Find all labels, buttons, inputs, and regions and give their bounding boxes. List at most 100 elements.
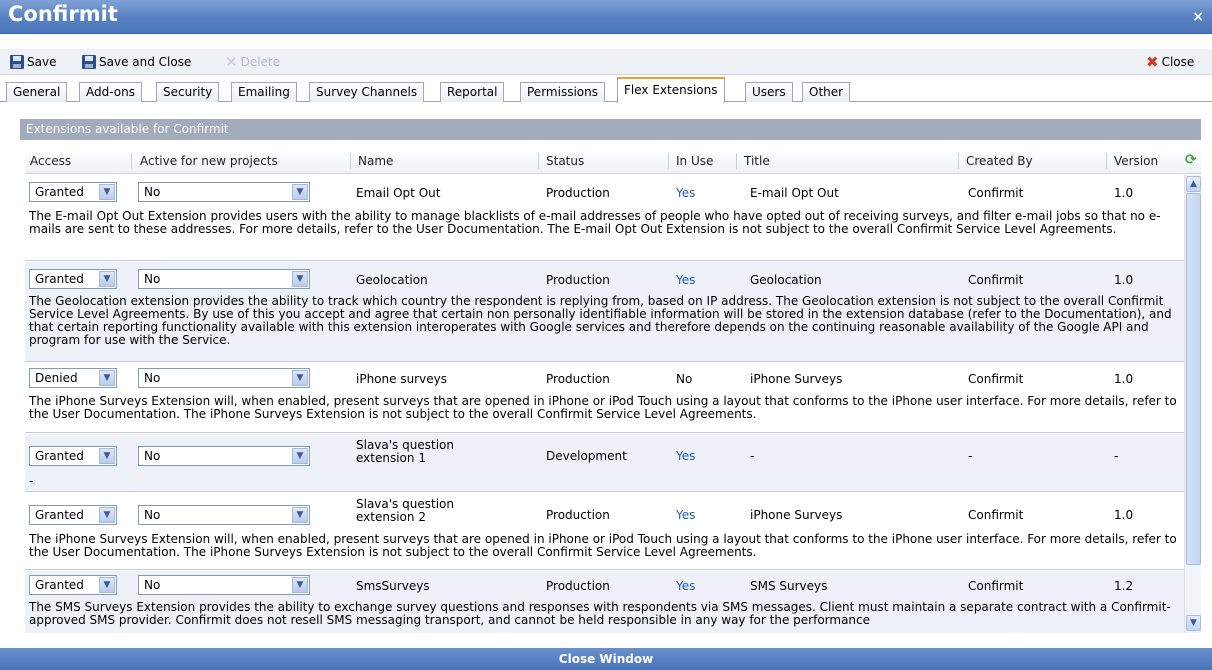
tab-add-ons[interactable]: Add-ons [79,82,142,102]
close-button[interactable]: ✖ Close [1146,53,1194,71]
save-icon [82,55,96,69]
extension-created-by: Confirmit [968,186,1024,200]
column-divider [668,153,669,169]
extension-name: SmsSurveys [356,579,430,593]
window-title-bar: Confirmit × [0,0,1212,34]
access-select[interactable]: Granted ▼ [29,182,117,202]
dropdown-arrow-icon: ▼ [292,271,308,287]
extension-version: - [1114,449,1119,463]
active-for-new-projects-select[interactable]: No ▼ [138,575,310,595]
save-icon [10,55,24,69]
column-header-version[interactable]: Version [1114,154,1158,168]
toolbar: Save Save and Close ✕ Delete ✖ Close [0,49,1212,75]
dropdown-arrow-icon: ▼ [99,448,115,464]
table-row: Granted ▼ No ▼ Email Opt Out Production … [25,175,1185,261]
dropdown-arrow-icon: ▼ [99,271,115,287]
column-header-in-use[interactable]: In Use [676,154,713,168]
extension-description: The SMS Surveys Extension provides the a… [29,600,1171,627]
extension-created-by: Confirmit [968,273,1024,287]
tab-survey-channels[interactable]: Survey Channels [309,82,425,102]
extension-title: iPhone Surveys [750,372,843,386]
column-header-name[interactable]: Name [358,154,393,168]
extension-version: 1.0 [1114,508,1134,522]
table-row: Granted ▼ No ▼ Slava's question extensio… [25,434,1185,492]
tab-emailing[interactable]: Emailing [231,82,297,102]
column-divider [131,153,132,169]
extension-in-use: Yes [676,508,696,522]
dropdown-arrow-icon: ▼ [292,507,308,523]
column-header-access[interactable]: Access [30,154,71,168]
active-for-new-projects-select[interactable]: No ▼ [138,446,310,466]
extension-in-use: Yes [676,186,696,200]
active-value: No [144,449,161,463]
extension-version: 1.0 [1114,186,1134,200]
access-select[interactable]: Granted ▼ [29,446,117,466]
column-header-status[interactable]: Status [546,154,584,168]
tab-flex-extensions[interactable]: Flex Extensions [617,77,725,103]
tab-reportal[interactable]: Reportal [440,82,505,102]
access-value: Granted [35,508,84,522]
column-header-active[interactable]: Active for new projects [140,154,278,168]
grid-header: Access Active for new projects Name Stat… [25,148,1201,174]
extension-created-by: Confirmit [968,579,1024,593]
delete-icon: ✕ [225,53,238,71]
tab-users[interactable]: Users [745,82,793,102]
access-select[interactable]: Granted ▼ [29,575,117,595]
dropdown-arrow-icon: ▼ [292,577,308,593]
delete-button[interactable]: ✕ Delete [225,53,280,71]
tab-general[interactable]: General [6,82,68,102]
extension-created-by: Confirmit [968,372,1024,386]
panel-heading: Extensions available for Confirmit [20,119,1201,140]
active-for-new-projects-select[interactable]: No ▼ [138,269,310,289]
column-header-title[interactable]: Title [744,154,770,168]
active-for-new-projects-select[interactable]: No ▼ [138,368,310,388]
dropdown-arrow-icon: ▼ [99,507,115,523]
extension-in-use: No [676,372,693,386]
extension-status: Production [546,186,610,200]
extension-status: Production [546,273,610,287]
table-row: Granted ▼ No ▼ SmsSurveys Production Yes… [25,571,1185,633]
extension-description: The Geolocation extension provides the a… [29,294,1172,347]
access-select[interactable]: Granted ▼ [29,269,117,289]
extension-in-use: Yes [676,449,696,463]
extension-in-use: Yes [676,579,696,593]
extension-description: - [29,474,34,488]
save-button[interactable]: Save [10,53,56,71]
save-and-close-button[interactable]: Save and Close [82,53,191,71]
access-value: Granted [35,449,84,463]
column-header-created-by[interactable]: Created By [966,154,1033,168]
active-value: No [144,578,161,592]
refresh-icon[interactable]: ⟳ [1185,152,1199,168]
dropdown-arrow-icon: ▼ [99,577,115,593]
scroll-up-icon[interactable]: ▲ [1186,176,1201,192]
column-divider [350,153,351,169]
extension-version: 1.2 [1114,579,1134,593]
active-value: No [144,185,161,199]
tab-permissions[interactable]: Permissions [520,82,605,102]
scroll-down-icon[interactable]: ▼ [1186,615,1201,631]
access-value: Granted [35,272,84,286]
dropdown-arrow-icon: ▼ [99,184,115,200]
active-value: No [144,371,161,385]
extension-name: Slava's question extension 1 [356,438,454,465]
close-window-button[interactable]: Close Window [0,648,1212,670]
table-row: Denied ▼ No ▼ iPhone surveys Production … [25,363,1185,433]
tab-security[interactable]: Security [156,82,220,102]
scroll-thumb[interactable] [1186,193,1201,565]
access-value: Denied [35,371,78,385]
access-select[interactable]: Denied ▼ [29,368,117,388]
window-close-icon[interactable]: × [1192,9,1204,25]
tab-other[interactable]: Other [802,82,851,102]
access-select[interactable]: Granted ▼ [29,505,117,525]
vertical-scrollbar[interactable]: ▲ ▼ [1184,175,1201,633]
save-label: Save [27,55,57,69]
active-for-new-projects-select[interactable]: No ▼ [138,182,310,202]
extension-name: Slava's question extension 2 [356,497,454,524]
active-for-new-projects-select[interactable]: No ▼ [138,505,310,525]
tab-strip: General Add-ons Security Emailing Survey… [0,77,1212,103]
column-divider [958,153,959,169]
extension-title: Geolocation [750,273,822,287]
extension-description: The E-mail Opt Out Extension provides us… [29,209,1161,236]
dropdown-arrow-icon: ▼ [99,370,115,386]
active-value: No [144,508,161,522]
